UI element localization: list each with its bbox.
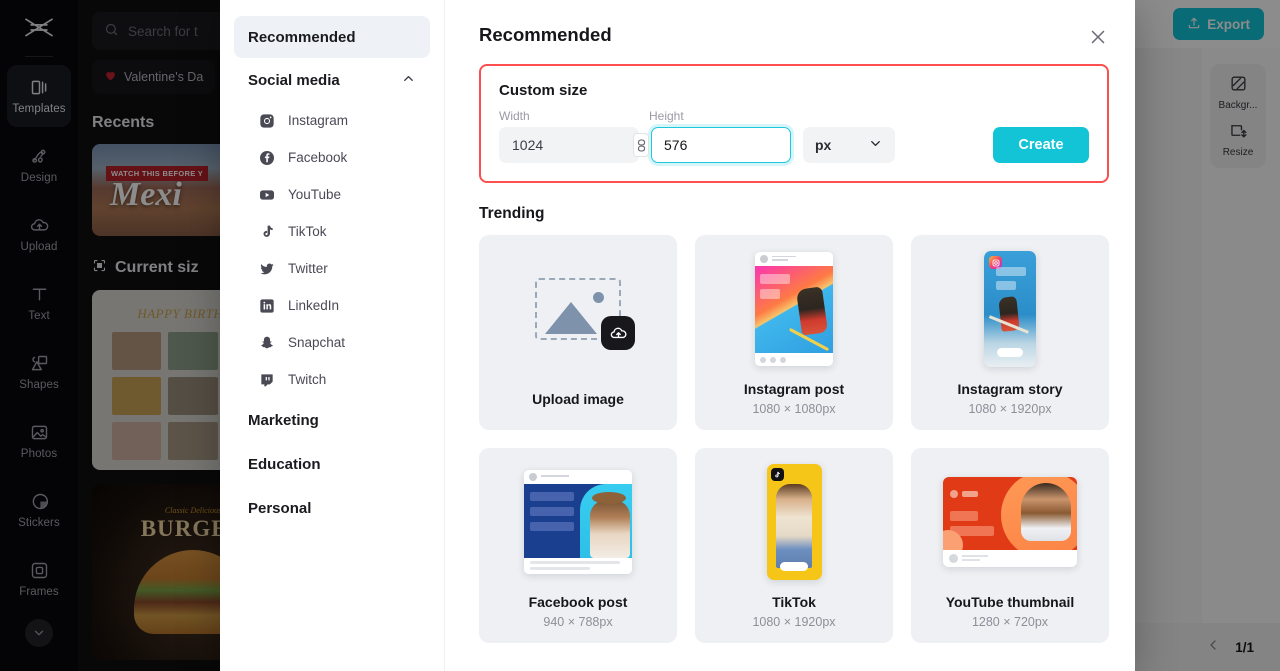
modal-main: Recommended Custom size Width Height 102…: [445, 0, 1135, 671]
category-snapchat-label: Snapchat: [288, 335, 346, 350]
custom-size-labels: Width Height: [499, 109, 1089, 123]
create-button-label: Create: [1018, 137, 1064, 153]
card-tiktok[interactable]: TikTok 1080 × 1920px: [695, 448, 893, 643]
instagram-post-thumb: [755, 249, 833, 369]
page-title: Recommended: [479, 24, 612, 45]
create-button[interactable]: Create: [993, 127, 1089, 163]
instagram-story-thumb: [984, 249, 1036, 369]
modal-category-sidebar: Recommended Social media Instagram Faceb…: [220, 0, 445, 671]
category-linkedin[interactable]: LinkedIn: [234, 287, 430, 324]
card-youtube-thumbnail-dimensions: 1280 × 720px: [971, 615, 1049, 629]
trending-heading: Trending: [479, 205, 545, 222]
width-input[interactable]: [499, 127, 639, 163]
category-social-media[interactable]: Social media: [234, 58, 430, 102]
category-facebook-label: Facebook: [288, 150, 348, 165]
card-instagram-post-dimensions: 1080 × 1080px: [752, 402, 836, 416]
close-icon[interactable]: [1087, 26, 1111, 50]
card-instagram-post-name: Instagram post: [743, 381, 845, 397]
category-education[interactable]: Education: [234, 442, 430, 486]
category-facebook[interactable]: Facebook: [234, 139, 430, 176]
card-youtube-thumbnail[interactable]: YouTube thumbnail 1280 × 720px: [911, 448, 1109, 643]
snapchat-icon: [258, 334, 276, 352]
card-youtube-thumbnail-name: YouTube thumbnail: [945, 594, 1075, 610]
height-field-wrap: [651, 127, 791, 163]
unit-select-value: px: [815, 137, 832, 153]
category-instagram[interactable]: Instagram: [234, 102, 430, 139]
category-twitch-label: Twitch: [288, 372, 327, 387]
card-instagram-post[interactable]: Instagram post 1080 × 1080px: [695, 235, 893, 430]
facebook-post-thumb: [524, 462, 632, 582]
category-personal[interactable]: Personal: [234, 486, 430, 530]
category-twitter-label: Twitter: [288, 261, 328, 276]
youtube-thumbnail-thumb: [943, 462, 1077, 582]
twitch-icon: [258, 371, 276, 389]
category-linkedin-label: LinkedIn: [288, 298, 340, 313]
upload-image-thumb: [535, 249, 635, 369]
category-twitch[interactable]: Twitch: [234, 361, 430, 398]
category-youtube-label: YouTube: [288, 187, 342, 202]
height-input[interactable]: [651, 127, 791, 163]
card-tiktok-name: TikTok: [772, 594, 816, 610]
facebook-icon: [258, 149, 276, 167]
youtube-icon: [258, 186, 276, 204]
link-ratio-icon[interactable]: [633, 133, 649, 157]
custom-size-row: px Create: [499, 127, 1089, 163]
linkedin-icon: [258, 297, 276, 315]
category-twitter[interactable]: Twitter: [234, 250, 430, 287]
tiktok-icon: [770, 468, 784, 481]
card-instagram-story-name: Instagram story: [957, 381, 1063, 397]
category-education-label: Education: [248, 455, 321, 473]
width-label: Width: [499, 109, 530, 123]
trending-grid: Upload image Instagram post 1080 × 1080p…: [479, 235, 1109, 643]
category-personal-label: Personal: [248, 499, 312, 517]
unit-select[interactable]: px: [803, 127, 895, 163]
card-instagram-story-dimensions: 1080 × 1920px: [968, 402, 1052, 416]
resize-modal: Recommended Social media Instagram Faceb…: [220, 0, 1135, 671]
category-snapchat[interactable]: Snapchat: [234, 324, 430, 361]
category-social-media-label: Social media: [248, 71, 340, 89]
instagram-icon: [258, 112, 276, 130]
category-recommended-label: Recommended: [248, 28, 356, 46]
custom-size-section: Custom size Width Height 1024 576 px Cre…: [479, 64, 1109, 183]
width-field-wrap: [499, 127, 649, 163]
height-label: Height: [649, 109, 684, 123]
category-instagram-label: Instagram: [288, 113, 349, 128]
card-tiktok-dimensions: 1080 × 1920px: [752, 615, 836, 629]
category-marketing[interactable]: Marketing: [234, 398, 430, 442]
chevron-up-icon: [401, 71, 416, 90]
card-facebook-post-dimensions: 940 × 788px: [543, 615, 613, 629]
card-facebook-post[interactable]: Facebook post 940 × 788px: [479, 448, 677, 643]
card-facebook-post-name: Facebook post: [528, 594, 628, 610]
category-tiktok-label: TikTok: [288, 224, 327, 239]
card-upload-image-name: Upload image: [532, 391, 624, 407]
category-marketing-label: Marketing: [248, 411, 319, 429]
custom-size-heading: Custom size: [499, 82, 588, 99]
category-tiktok[interactable]: TikTok: [234, 213, 430, 250]
card-upload-image[interactable]: Upload image: [479, 235, 677, 430]
tiktok-thumb: [766, 462, 822, 582]
card-instagram-story[interactable]: Instagram story 1080 × 1920px: [911, 235, 1109, 430]
category-youtube[interactable]: YouTube: [234, 176, 430, 213]
chevron-down-icon: [868, 136, 883, 154]
twitter-icon: [258, 260, 276, 278]
tiktok-icon: [258, 223, 276, 241]
category-recommended[interactable]: Recommended: [234, 16, 430, 58]
upload-cloud-icon: [601, 316, 635, 350]
